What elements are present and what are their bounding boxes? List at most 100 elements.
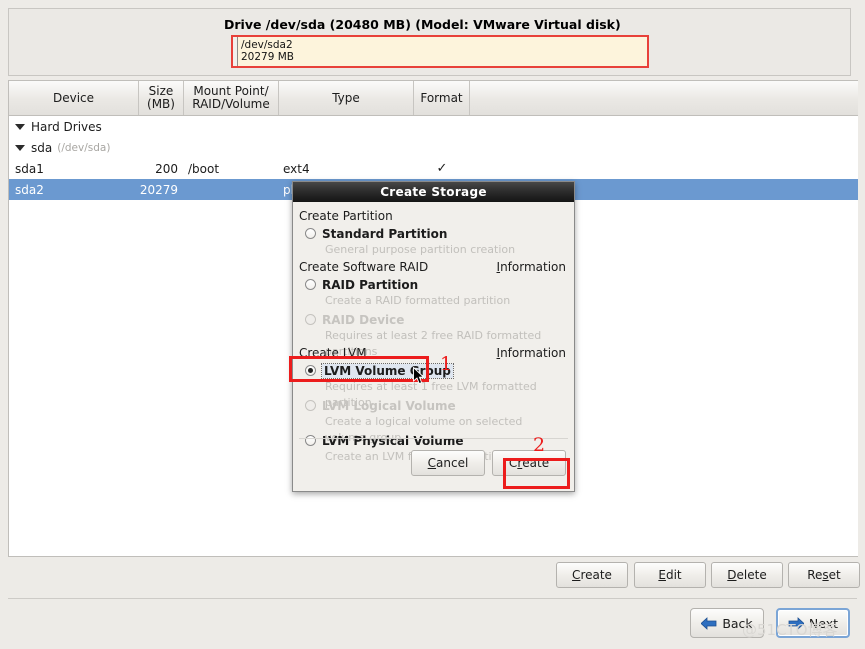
annotation-number-2: 2 <box>533 434 546 456</box>
table-header-row: Device Size (MB) Mount Point/ RAID/Volum… <box>9 81 858 116</box>
reset-button-label-post: et <box>828 568 841 582</box>
row-size-cell: 200 <box>155 161 178 176</box>
column-header-size[interactable]: Size (MB) <box>139 81 184 115</box>
arrow-left-icon <box>701 616 717 630</box>
option-label: RAID Partition <box>322 277 419 292</box>
option-description: Requires at least 1 free LVM formatted p… <box>325 380 537 409</box>
edit-button-label: dit <box>665 568 682 582</box>
group-heading-create-software-raid: Create Software RAID Information <box>299 260 566 274</box>
row-size-cell: 20279 <box>139 182 178 197</box>
action-button-row: Create Edit Delete Re s et <box>0 562 865 590</box>
dialog-create-button[interactable]: Cr eate <box>492 450 566 476</box>
option-label: Standard Partition <box>322 226 448 241</box>
radio-raid-device <box>305 314 316 325</box>
drive-segment-name: /dev/sda2 <box>241 39 293 51</box>
drive-segment-sda2[interactable]: /dev/sda2 20279 MB <box>238 37 647 66</box>
dialog-cancel-button[interactable]: Cancel <box>411 450 485 476</box>
table-row[interactable]: sda1 200 /boot ext4 ✓ <box>9 158 858 179</box>
group-label: Create Software RAID <box>299 260 429 274</box>
option-description: Create a logical volume on selected volu… <box>325 415 523 444</box>
row-device-label: sda2 <box>15 182 44 197</box>
column-header-device[interactable]: Device <box>9 81 139 115</box>
installer-screen: Drive /dev/sda (20480 MB) (Model: VMware… <box>0 0 865 649</box>
reset-button-label-pre: Re <box>807 568 823 582</box>
create-button[interactable]: Create <box>556 562 628 588</box>
radio-raid-partition[interactable] <box>305 279 316 290</box>
radio-lvm-logical-volume <box>305 400 316 411</box>
edit-button-mnemonic: E <box>658 568 666 582</box>
row-device-label: sda <box>31 140 53 155</box>
cancel-label: ancel <box>436 456 469 470</box>
arrow-right-icon <box>788 616 804 630</box>
option-raid-device: RAID Device <box>305 311 566 328</box>
reset-button[interactable]: Re s et <box>788 562 860 588</box>
information-link-lvm[interactable]: Information <box>497 346 566 360</box>
option-label: LVM Volume Group <box>321 362 454 379</box>
delete-button-mnemonic: D <box>727 568 737 582</box>
row-mount-cell: /boot <box>188 161 220 176</box>
column-header-spacer <box>470 81 858 115</box>
group-label: Create Partition <box>299 209 393 223</box>
option-description: Create a RAID formatted partition <box>325 294 511 307</box>
column-header-size-line2: (MB) <box>147 97 175 111</box>
delete-button[interactable]: Delete <box>711 562 783 588</box>
column-header-mount-line2: RAID/Volume <box>192 97 270 111</box>
group-label: Create LVM <box>299 346 367 360</box>
row-type-cell: ext4 <box>283 161 310 176</box>
option-standard-partition[interactable]: Standard Partition <box>305 225 566 242</box>
option-lvm-volume-group[interactable]: LVM Volume Group <box>305 362 566 379</box>
row-device-cell: sda2 <box>9 183 139 197</box>
option-label: RAID Device <box>322 312 405 327</box>
back-button[interactable]: Back <box>690 608 764 638</box>
option-lvm-logical-volume: LVM Logical Volume <box>305 397 566 414</box>
row-device-label: Hard Drives <box>31 119 102 134</box>
create-button-mnemonic: C <box>572 568 581 582</box>
radio-lvm-physical-volume[interactable] <box>305 435 316 446</box>
drive-title: Drive /dev/sda (20480 MB) (Model: VMware… <box>224 17 621 32</box>
footer-divider <box>8 598 857 599</box>
column-header-format[interactable]: Format <box>414 81 470 115</box>
drive-bar[interactable]: /dev/sda2 20279 MB <box>231 35 649 68</box>
row-device-cell: Hard Drives <box>9 120 139 134</box>
row-device-label: sda1 <box>15 161 44 176</box>
mouse-cursor-icon <box>413 367 425 385</box>
column-header-type[interactable]: Type <box>279 81 414 115</box>
table-row[interactable]: sda (/dev/sda) <box>9 137 858 158</box>
option-label: LVM Logical Volume <box>322 398 456 413</box>
drive-segment-size: 20279 MB <box>241 51 295 63</box>
option-description: Requires at least 2 free RAID formatted … <box>325 329 542 358</box>
option-label: LVM Physical Volume <box>322 433 464 448</box>
row-device-cell: sda (/dev/sda) <box>9 141 139 155</box>
group-heading-create-lvm: Create LVM Information <box>299 346 566 360</box>
option-description: General purpose partition creation <box>325 243 516 256</box>
row-format-cell: ✓ <box>436 161 448 176</box>
dialog-create-post: eate <box>522 456 550 470</box>
cancel-mnemonic: C <box>427 456 437 470</box>
chevron-down-icon[interactable] <box>15 144 25 151</box>
dialog-button-row: Cancel Cr eate <box>293 450 574 478</box>
back-button-label: Back <box>722 615 753 631</box>
create-button-label: reate <box>580 568 612 582</box>
dialog-body: Create Partition Standard Partition Gene… <box>293 202 574 491</box>
table-row[interactable]: Hard Drives <box>9 116 858 137</box>
information-link-raid[interactable]: Information <box>497 260 566 274</box>
row-device-detail: (/dev/sda) <box>57 141 111 154</box>
row-device-cell: sda1 <box>9 162 139 176</box>
edit-button[interactable]: Edit <box>634 562 706 588</box>
radio-lvm-volume-group[interactable] <box>305 365 316 376</box>
next-button[interactable]: Next <box>776 608 850 638</box>
next-button-label: Next <box>808 615 839 631</box>
navigation-buttons: Back Next <box>690 608 855 638</box>
column-header-mount-point[interactable]: Mount Point/ RAID/Volume <box>184 81 279 115</box>
group-heading-create-partition: Create Partition <box>299 209 566 223</box>
dialog-title: Create Storage <box>293 182 574 202</box>
delete-button-label: elete <box>736 568 767 582</box>
annotation-number-1: 1 <box>440 353 453 375</box>
drive-graphic-panel: Drive /dev/sda (20480 MB) (Model: VMware… <box>8 8 851 76</box>
chevron-down-icon[interactable] <box>15 123 25 130</box>
option-raid-partition[interactable]: RAID Partition <box>305 276 566 293</box>
radio-standard-partition[interactable] <box>305 228 316 239</box>
dialog-create-pre: C <box>508 456 518 470</box>
dialog-divider <box>299 438 568 439</box>
option-lvm-physical-volume[interactable]: LVM Physical Volume <box>305 432 566 449</box>
